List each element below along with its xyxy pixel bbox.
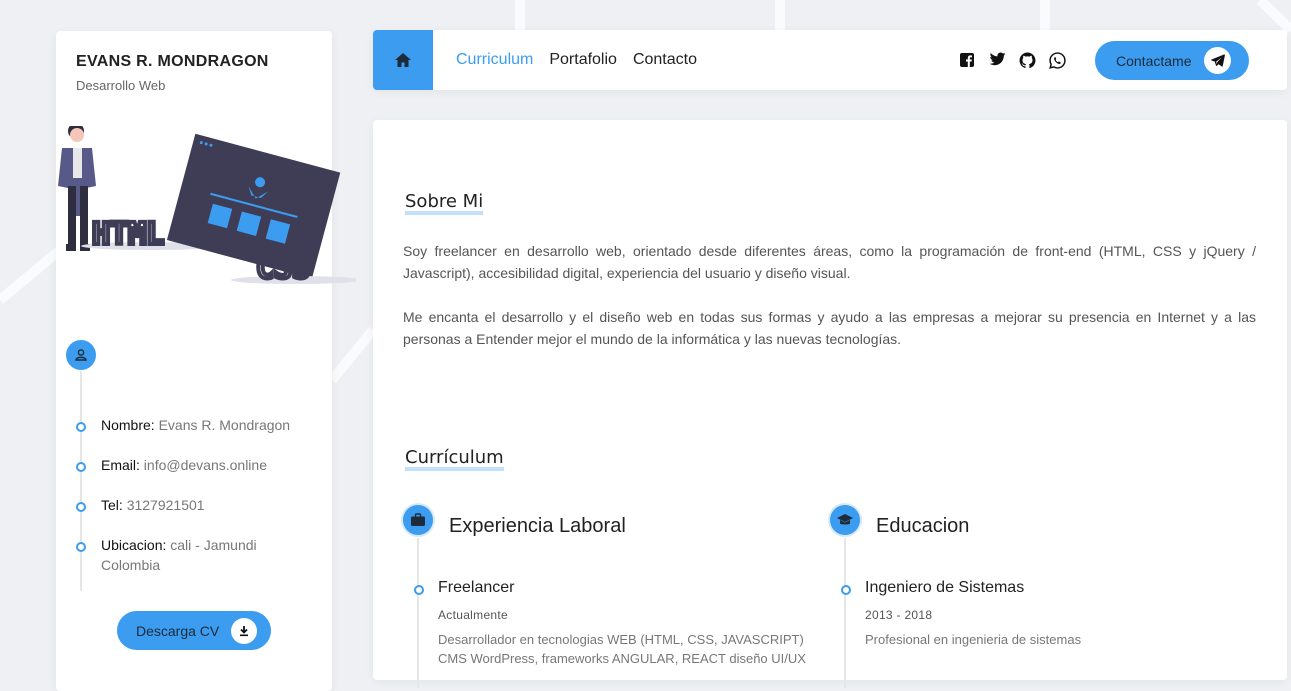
about-paragraph-2: Me encanta el desarrollo y el diseño web…: [403, 309, 1256, 347]
download-cv-button[interactable]: Descarga CV: [117, 611, 271, 650]
info-value: info@devans.online: [143, 457, 267, 473]
info-location: Ubicacion: cali - Jamundi Colombia: [76, 537, 257, 575]
info-email: Email: info@devans.online: [76, 457, 267, 475]
telegram-icon: [1204, 47, 1231, 74]
css-illustration-text: CSS: [256, 251, 310, 286]
experience-entry-period: Actualmente: [438, 608, 509, 622]
about-section-title: Sobre Mi: [405, 191, 484, 215]
info-value: Evans R. Mondragon: [158, 417, 291, 433]
profile-person-icon: [66, 340, 96, 370]
experience-title: Experiencia Laboral: [449, 515, 626, 537]
education-entry-period: 2013 - 2018: [865, 608, 933, 622]
main-content: Sobre Mi Soy freelancer en desarrollo we…: [373, 120, 1287, 688]
profile-sidebar: EVANS R. MONDRAGON Desarrollo Web HTML C…: [56, 31, 356, 691]
info-name: Nombre: Evans R. Mondragon: [76, 417, 291, 435]
briefcase-icon: [403, 505, 433, 535]
profile-role: Desarrollo Web: [76, 78, 166, 93]
timeline-dot: [76, 502, 86, 512]
nav-item-contacto[interactable]: Contacto: [633, 51, 697, 69]
profile-name: EVANS R. MONDRAGON: [76, 53, 269, 70]
education-entry-description: Profesional en ingenieria de sistemas: [865, 632, 1082, 647]
nav-menu: Curriculum Portafolio Contacto: [456, 51, 713, 69]
timeline-dot: [76, 422, 86, 432]
about-title-text: Sobre Mi: [405, 191, 484, 212]
education-timeline-line: [844, 538, 846, 688]
download-icon: [231, 618, 257, 644]
twitter-icon[interactable]: [989, 52, 1019, 69]
info-value: cali - Jamundi: [170, 537, 257, 553]
info-label: Ubicacion:: [101, 537, 167, 553]
title-underline: [405, 211, 484, 215]
education-entry-title: Ingeniero de Sistemas: [865, 579, 1025, 596]
info-phone: Tel: 3127921501: [76, 497, 205, 515]
nav-item-curriculum[interactable]: Curriculum: [456, 51, 533, 69]
download-cv-label: Descarga CV: [136, 622, 220, 639]
info-value-line2: Colombia: [101, 557, 161, 573]
contact-button[interactable]: Contactame: [1095, 41, 1249, 80]
info-label: Nombre:: [101, 417, 155, 433]
title-underline: [405, 467, 504, 471]
education-title: Educacion: [876, 515, 970, 537]
contact-button-label: Contactame: [1116, 52, 1192, 69]
graduation-cap-icon: [830, 505, 860, 535]
social-links: [959, 52, 1079, 69]
whatsapp-icon[interactable]: [1049, 52, 1079, 69]
top-navigation: Curriculum Portafolio Contacto Contactam…: [373, 30, 1287, 90]
experience-entry-description: Desarrollador en tecnologias WEB (HTML, …: [438, 632, 806, 666]
home-icon: [395, 53, 411, 67]
developer-illustration: HTML CSS: [58, 126, 356, 286]
info-label: Email:: [101, 457, 140, 473]
info-value: 3127921501: [126, 497, 205, 513]
facebook-icon[interactable]: [959, 52, 989, 69]
nav-item-portafolio[interactable]: Portafolio: [549, 51, 617, 69]
about-paragraph-1: Soy freelancer en desarrollo web, orient…: [403, 243, 1256, 281]
timeline-dot: [76, 462, 86, 472]
curriculum-title-text: Currículum: [405, 447, 504, 468]
html-illustration-text: HTML: [92, 217, 164, 252]
home-button[interactable]: [373, 30, 433, 90]
timeline-dot: [841, 585, 851, 595]
timeline-dot: [76, 542, 86, 552]
info-label: Tel:: [101, 497, 123, 513]
timeline-dot: [414, 585, 424, 595]
curriculum-section-title: Currículum: [405, 447, 504, 471]
github-icon[interactable]: [1019, 52, 1049, 69]
experience-timeline-line: [417, 538, 419, 688]
experience-entry-title: Freelancer: [438, 579, 515, 596]
